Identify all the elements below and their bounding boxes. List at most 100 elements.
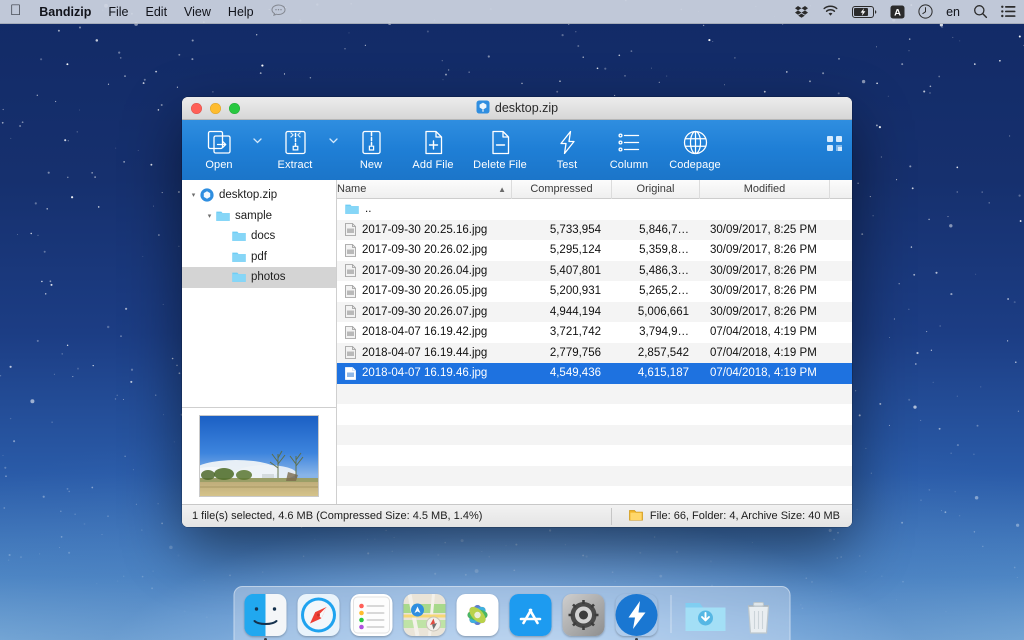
tree-item-sample[interactable]: ▾sample bbox=[182, 206, 336, 227]
tree-item-label: desktop.zip bbox=[219, 189, 277, 201]
parent-folder-row[interactable]: .. bbox=[337, 199, 852, 220]
disclosure-triangle-icon[interactable]: ▾ bbox=[187, 191, 200, 199]
empty-row bbox=[337, 404, 852, 425]
toolbar-button-new[interactable]: New bbox=[340, 120, 402, 178]
table-row[interactable]: 2017-09-30 20.26.07.jpg4,944,1945,006,66… bbox=[337, 302, 852, 323]
image-file-icon bbox=[345, 264, 356, 277]
tree-item-docs[interactable]: docs bbox=[182, 226, 336, 247]
image-file-icon bbox=[345, 285, 356, 298]
toolbar-button-test[interactable]: Test bbox=[536, 120, 598, 178]
column-header-original[interactable]: Original bbox=[612, 180, 700, 199]
empty-row bbox=[337, 445, 852, 466]
toolbar-label-new: New bbox=[360, 159, 382, 171]
clock-icon[interactable] bbox=[918, 4, 933, 19]
table-row[interactable]: 2018-04-07 16.19.44.jpg2,779,7562,857,54… bbox=[337, 343, 852, 364]
battery-icon[interactable] bbox=[852, 6, 877, 18]
toolbar-button-add-file[interactable]: Add File bbox=[402, 120, 464, 178]
menu-item-edit[interactable]: Edit bbox=[146, 5, 168, 19]
maps-icon bbox=[404, 594, 446, 636]
tree-item-pdf[interactable]: pdf bbox=[182, 247, 336, 268]
dock-item-trash[interactable] bbox=[737, 592, 781, 636]
dropbox-icon[interactable] bbox=[794, 5, 809, 19]
sort-ascending-icon: ▲ bbox=[498, 185, 506, 194]
search-icon[interactable] bbox=[973, 4, 988, 19]
file-original-size: 3,794,9… bbox=[612, 326, 700, 338]
parent-folder-label: .. bbox=[365, 203, 371, 215]
archive-tree[interactable]: ▾ desktop.zip ▾sampledocs pdf photos bbox=[182, 180, 336, 407]
table-row[interactable]: 2018-04-07 16.19.46.jpg4,549,4364,615,18… bbox=[337, 363, 852, 384]
open-dropdown-chevron-down-icon[interactable] bbox=[250, 120, 264, 178]
table-row[interactable]: 2018-04-07 16.19.42.jpg3,721,7423,794,9…… bbox=[337, 322, 852, 343]
window-body: ▾ desktop.zip ▾sampledocs pdf photos bbox=[182, 180, 852, 504]
tree-item-label: pdf bbox=[251, 251, 267, 263]
image-file-icon bbox=[345, 244, 356, 257]
toolbar-button-column[interactable]: Column bbox=[598, 120, 660, 178]
column-header-extra[interactable] bbox=[830, 180, 852, 199]
menu-item-file[interactable]: File bbox=[108, 5, 128, 19]
column-list-icon bbox=[616, 128, 643, 156]
menu-item-help[interactable]: Help bbox=[228, 5, 254, 19]
dock-item-reminders[interactable] bbox=[350, 592, 394, 636]
file-name: 2017-09-30 20.26.04.jpg bbox=[362, 265, 487, 277]
downloads-folder-icon bbox=[685, 594, 727, 636]
maximize-button[interactable] bbox=[229, 103, 240, 114]
toolbar-button-codepage[interactable]: Codepage bbox=[660, 120, 730, 178]
extract-dropdown-chevron-down-icon[interactable] bbox=[326, 120, 340, 178]
close-button[interactable] bbox=[191, 103, 202, 114]
dock-item-maps[interactable] bbox=[403, 592, 447, 636]
menubar-language[interactable]: en bbox=[946, 5, 960, 19]
dock bbox=[234, 586, 791, 640]
table-row[interactable]: 2017-09-30 20.26.02.jpg5,295,1245,359,8…… bbox=[337, 240, 852, 261]
tree-item-photos[interactable]: photos bbox=[182, 267, 336, 288]
test-lightning-icon bbox=[554, 128, 581, 156]
folder-icon bbox=[216, 210, 230, 222]
dock-item-safari[interactable] bbox=[297, 592, 341, 636]
toolbar-label-column: Column bbox=[610, 159, 649, 171]
speech-bubble-icon[interactable] bbox=[271, 4, 286, 20]
window-titlebar[interactable]: desktop.zip bbox=[182, 97, 852, 120]
app-store-icon bbox=[510, 594, 552, 636]
column-header-label: Modified bbox=[744, 183, 786, 195]
control-center-icon[interactable] bbox=[1001, 5, 1016, 18]
menu-app-name[interactable]: Bandizip bbox=[39, 5, 91, 19]
apple-menu-icon[interactable]:  bbox=[10, 3, 21, 18]
input-source-icon[interactable]: A bbox=[890, 5, 905, 19]
dock-item-downloads-folder[interactable] bbox=[684, 592, 728, 636]
column-header-compressed[interactable]: Compressed bbox=[512, 180, 612, 199]
dock-item-bandizip[interactable] bbox=[615, 592, 659, 636]
file-list-rows[interactable]: .. 2017-09-30 20.25.16.jpg5,733,9545,846,… bbox=[337, 199, 852, 504]
table-row[interactable]: 2017-09-30 20.26.05.jpg5,200,9315,265,2…… bbox=[337, 281, 852, 302]
image-preview-thumbnail bbox=[199, 415, 319, 497]
open-archive-icon bbox=[206, 128, 233, 156]
tree-item-desktop-zip[interactable]: ▾ desktop.zip bbox=[182, 185, 336, 206]
dock-item-finder[interactable] bbox=[244, 592, 288, 636]
svg-text:A: A bbox=[894, 7, 901, 18]
dock-item-photos[interactable] bbox=[456, 592, 500, 636]
menu-item-view[interactable]: View bbox=[184, 5, 211, 19]
new-archive-icon bbox=[358, 128, 385, 156]
sidebar-panel: ▾ desktop.zip ▾sampledocs pdf photos bbox=[182, 180, 337, 504]
column-header-name[interactable]: Name▲ bbox=[337, 180, 512, 199]
column-header-modified[interactable]: Modified bbox=[700, 180, 830, 199]
wifi-icon[interactable] bbox=[822, 5, 839, 18]
file-original-size: 5,846,7… bbox=[612, 224, 700, 236]
toolbar-button-extract[interactable]: Extract bbox=[264, 120, 326, 178]
dock-item-app-store[interactable] bbox=[509, 592, 553, 636]
table-row[interactable]: 2017-09-30 20.26.04.jpg5,407,8015,486,3…… bbox=[337, 261, 852, 282]
dock-item-system-preferences[interactable] bbox=[562, 592, 606, 636]
grid-layout-icon[interactable] bbox=[827, 136, 842, 154]
table-row[interactable]: 2017-09-30 20.25.16.jpg5,733,9545,846,7…… bbox=[337, 220, 852, 241]
file-list-header[interactable]: Name▲ Compressed Original Modified bbox=[337, 180, 852, 199]
toolbar-button-open[interactable]: Open bbox=[188, 120, 250, 178]
file-list-panel: Name▲ Compressed Original Modified .. 2017-0… bbox=[337, 180, 852, 504]
disclosure-triangle-icon[interactable]: ▾ bbox=[203, 212, 216, 220]
safari-icon bbox=[298, 594, 340, 636]
status-archive-info: File: 66, Folder: 4, Archive Size: 40 MB bbox=[650, 510, 840, 522]
tree-item-label: photos bbox=[251, 271, 286, 283]
file-modified-date: 30/09/2017, 8:26 PM bbox=[700, 285, 830, 297]
trash-icon bbox=[738, 594, 780, 636]
toolbar-button-delete-file[interactable]: Delete File bbox=[464, 120, 536, 178]
status-divider bbox=[611, 508, 612, 525]
column-header-label: Compressed bbox=[530, 183, 592, 195]
minimize-button[interactable] bbox=[210, 103, 221, 114]
